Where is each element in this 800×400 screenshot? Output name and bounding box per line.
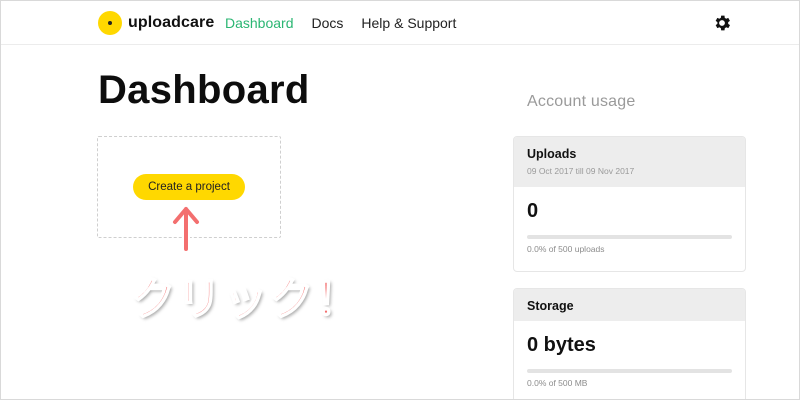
uploads-card-body: 0 0.0% of 500 uploads <box>514 200 745 254</box>
uploads-note: 0.0% of 500 uploads <box>527 244 605 254</box>
page-title: Dashboard <box>98 68 310 112</box>
storage-value: 0 bytes <box>527 334 596 356</box>
uploads-period: 09 Oct 2017 till 09 Nov 2017 <box>527 166 635 176</box>
uploads-progress-bar <box>527 235 732 239</box>
storage-card-header: Storage <box>514 289 745 321</box>
annotation-arrow-up-icon <box>171 206 201 252</box>
storage-card-body: 0 bytes 0.0% of 500 MB <box>514 334 745 388</box>
logo[interactable]: uploadcare <box>98 11 214 35</box>
account-usage-title: Account usage <box>527 93 636 110</box>
uploads-label: Uploads <box>527 147 577 161</box>
app-window: uploadcare Dashboard Docs Help & Support… <box>0 0 800 400</box>
uploads-card: Uploads 09 Oct 2017 till 09 Nov 2017 0 0… <box>513 136 746 272</box>
storage-progress-bar <box>527 369 732 373</box>
uploads-card-header: Uploads 09 Oct 2017 till 09 Nov 2017 <box>514 137 745 187</box>
annotation-click-text: クリック！ <box>130 273 361 326</box>
storage-note: 0.0% of 500 MB <box>527 378 588 388</box>
storage-label: Storage <box>527 299 574 313</box>
nav-links: Dashboard Docs Help & Support <box>225 15 456 31</box>
nav-link-docs[interactable]: Docs <box>312 15 344 31</box>
create-project-button[interactable]: Create a project <box>133 174 245 200</box>
uploads-count: 0 <box>527 200 539 222</box>
storage-card: Storage 0 bytes 0.0% of 500 MB <box>513 288 746 399</box>
nav-link-help-support[interactable]: Help & Support <box>361 15 456 31</box>
nav-link-dashboard[interactable]: Dashboard <box>225 15 294 31</box>
top-navigation: uploadcare Dashboard Docs Help & Support <box>1 1 799 45</box>
logo-text: uploadcare <box>128 14 215 31</box>
uploadcare-logo-icon <box>98 11 122 35</box>
gear-icon[interactable] <box>712 13 732 33</box>
